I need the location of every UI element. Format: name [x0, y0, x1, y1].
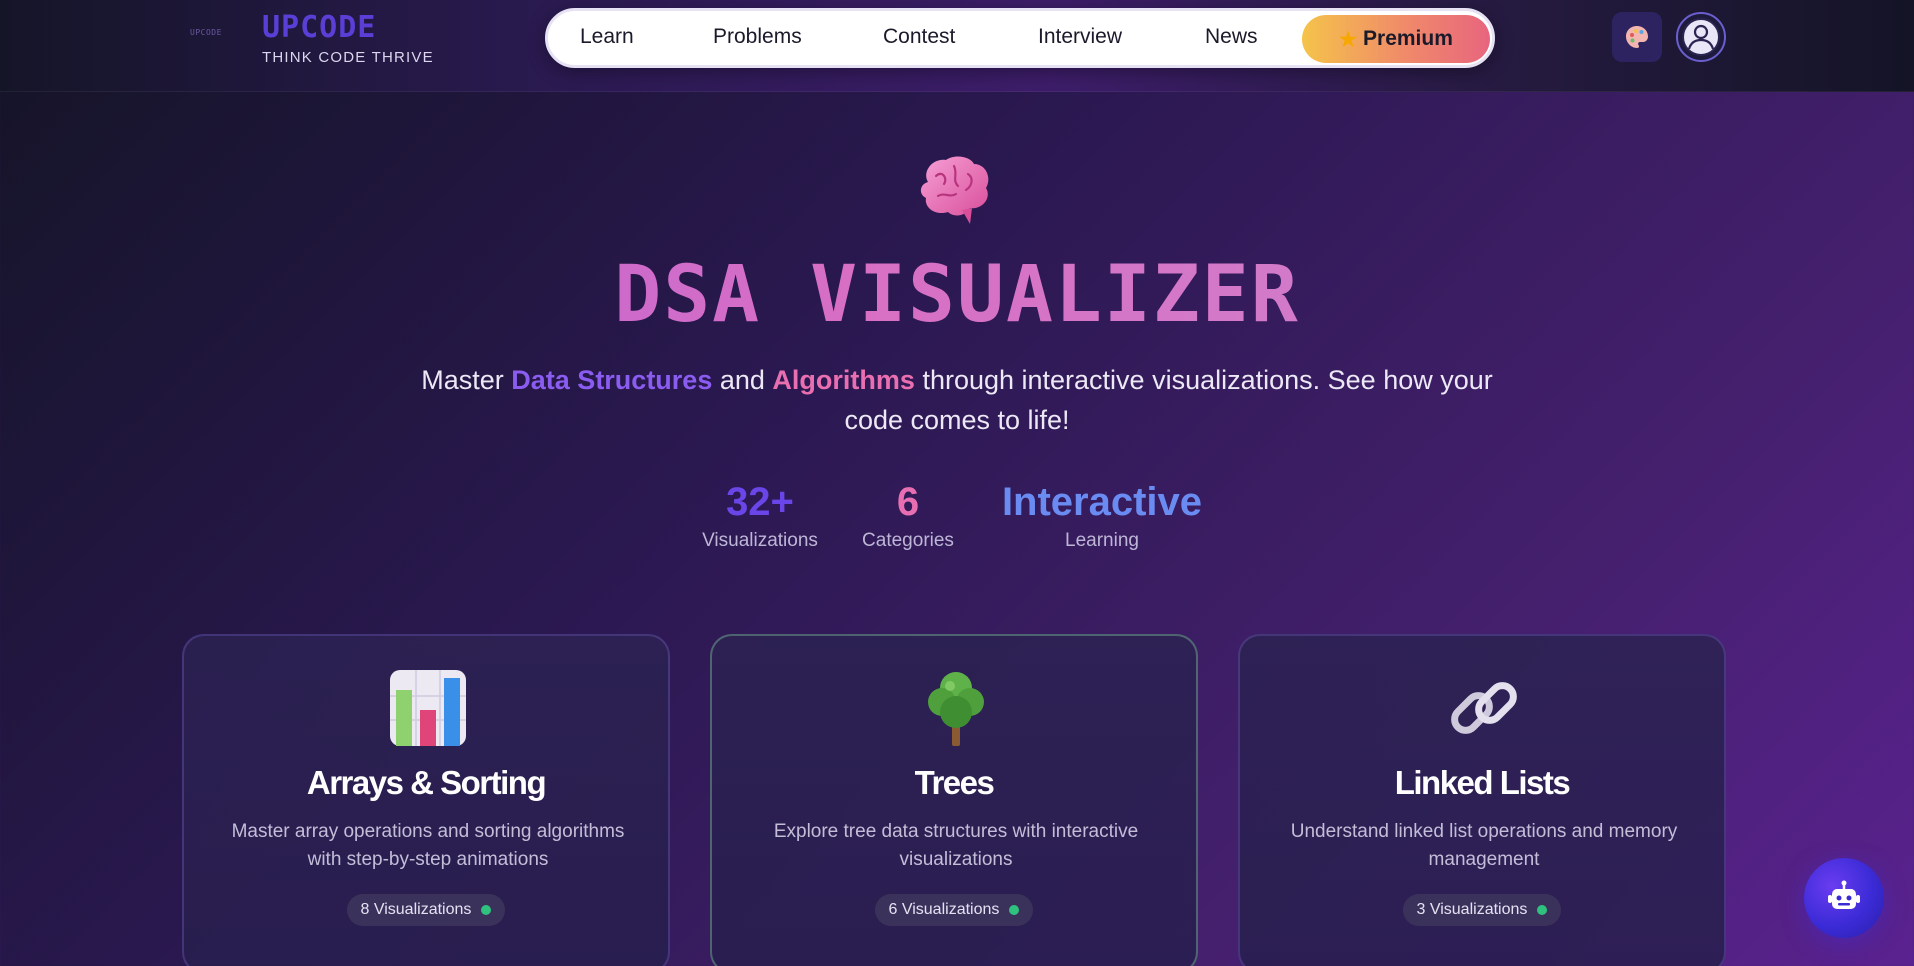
- user-avatar-icon: [1682, 18, 1720, 56]
- stat-interactive-value: Interactive: [1001, 480, 1203, 524]
- card-description: Explore tree data structures with intera…: [773, 821, 1139, 870]
- category-card-linked-lists[interactable]: Linked Lists Understand linked list oper…: [1238, 634, 1726, 966]
- stat-visualizations-label: Visualizations: [702, 530, 818, 551]
- nav-interview[interactable]: Interview: [1038, 25, 1122, 49]
- brain-icon: [920, 156, 989, 224]
- palette-icon: [1626, 26, 1648, 48]
- stat-visualizations-value: 32+: [726, 480, 794, 524]
- chat-assistant-button[interactable]: [1804, 858, 1884, 938]
- status-dot: [481, 905, 492, 915]
- robot-icon: [1828, 880, 1860, 909]
- card-title: Arrays & Sorting: [306, 764, 547, 801]
- premium-label: Premium: [1363, 27, 1453, 50]
- nav-learn[interactable]: Learn: [580, 25, 634, 49]
- stat-categories-value: 6: [896, 480, 920, 524]
- category-card-trees[interactable]: Trees Explore tree data structures with …: [710, 634, 1198, 966]
- tree-icon: [928, 672, 984, 746]
- bar-chart-icon: [390, 670, 466, 746]
- nav-news[interactable]: News: [1205, 25, 1258, 49]
- logo-tagline: THINK CODE THRIVE: [262, 49, 434, 66]
- hero-subtitle: Master Data Structures and Algorithms th…: [392, 360, 1522, 440]
- highlight-algorithms: Algorithms: [772, 365, 915, 395]
- main-nav: Learn Problems Contest Interview News ★ …: [545, 8, 1495, 68]
- card-title: Trees: [914, 764, 995, 801]
- subtitle-text: Master: [421, 365, 512, 395]
- badge-label: 8 Visualizations: [360, 901, 472, 918]
- visualization-count-badge: 3 Visualizations: [1402, 894, 1562, 926]
- stat-interactive-label: Learning: [1065, 530, 1139, 551]
- premium-button[interactable]: ★ Premium: [1302, 15, 1490, 63]
- highlight-data-structures: Data Structures: [511, 365, 713, 395]
- status-dot: [1537, 905, 1548, 915]
- profile-avatar-button[interactable]: [1676, 12, 1726, 62]
- chain-link-icon: [1451, 682, 1517, 734]
- logo-title[interactable]: UPCODE: [262, 10, 376, 45]
- status-dot: [1009, 905, 1020, 915]
- subtitle-text: through interactive visualizations. See …: [844, 365, 1493, 435]
- visualization-count-badge: 8 Visualizations: [346, 894, 506, 926]
- badge-label: 6 Visualizations: [888, 901, 1000, 918]
- category-card-arrays[interactable]: Arrays & Sorting Master array operations…: [182, 634, 670, 966]
- nav-problems[interactable]: Problems: [713, 25, 802, 49]
- top-navbar: UPCODE UPCODE THINK CODE THRIVE Learn Pr…: [0, 0, 1914, 92]
- card-description: Master array operations and sorting algo…: [231, 821, 625, 870]
- visualization-count-badge: 6 Visualizations: [874, 894, 1034, 926]
- page-title: DSA VISUALIZER: [0, 250, 1914, 340]
- badge-label: 3 Visualizations: [1416, 901, 1528, 918]
- card-title: Linked Lists: [1394, 764, 1571, 801]
- star-icon: ★: [1339, 28, 1358, 51]
- logo-image[interactable]: UPCODE: [190, 28, 236, 46]
- theme-palette-button[interactable]: [1612, 12, 1662, 62]
- subtitle-text: and: [712, 365, 773, 395]
- stat-categories-label: Categories: [862, 530, 954, 551]
- nav-contest[interactable]: Contest: [883, 25, 955, 49]
- card-description: Understand linked list operations and me…: [1290, 821, 1678, 870]
